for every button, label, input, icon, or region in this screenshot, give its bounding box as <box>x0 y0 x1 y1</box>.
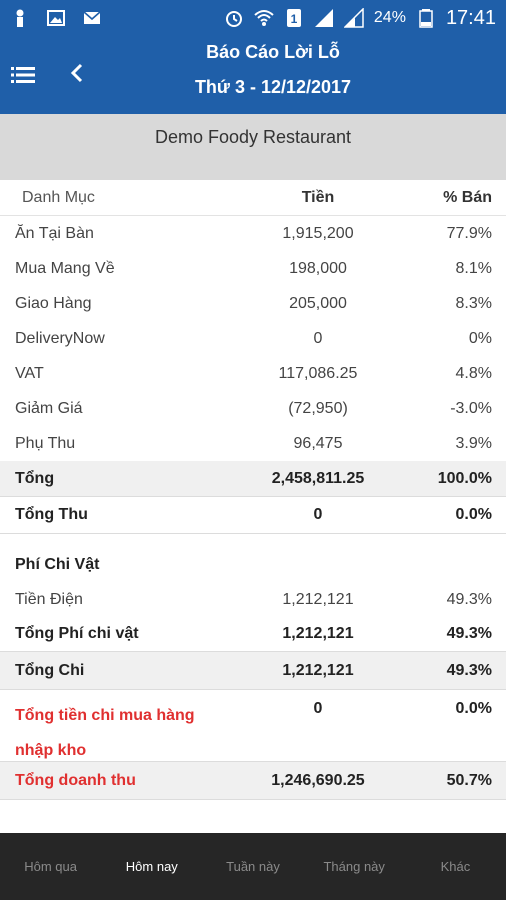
row-amount: 1,212,121 <box>282 590 354 608</box>
row-label: Tổng Phí chi vật <box>15 625 139 642</box>
table-row: Tiền Điện 1,212,121 49.3% <box>0 582 506 617</box>
nav-today[interactable]: Hôm nay <box>101 859 202 874</box>
row-percent: 0.0% <box>455 506 492 523</box>
menu-icon <box>11 67 35 83</box>
table-row: Ăn Tại Bàn 1,915,200 77.9% <box>0 216 506 251</box>
column-amount: Tiền <box>301 188 335 206</box>
table-row: Giảm Giá (72,950) -3.0% <box>0 391 506 426</box>
mail-icon <box>82 8 102 28</box>
row-amount: 0 <box>313 700 323 717</box>
row-amount: 1,246,690.25 <box>271 771 365 789</box>
row-percent: 0% <box>468 329 492 347</box>
row-amount: (72,950) <box>288 399 348 417</box>
row-percent: 50.7% <box>446 771 492 789</box>
alarm-icon <box>224 8 244 28</box>
row-label: Ăn Tại Bàn <box>15 224 94 242</box>
row-label: Tổng Chi <box>15 661 85 679</box>
total-spend-row: Tổng Chi 1,212,121 49.3% <box>0 652 506 690</box>
row-label: Mua Mang Về <box>15 259 115 277</box>
signal-1-icon <box>314 8 334 28</box>
table-row: VAT 117,086.25 4.8% <box>0 356 506 391</box>
row-label: Giao Hàng <box>15 294 92 312</box>
row-percent: 4.8% <box>455 364 492 382</box>
row-amount: 1,212,121 <box>282 625 354 642</box>
expense-section-heading: Phí Chi Vật <box>0 534 506 582</box>
row-label: Tiền Điện <box>15 590 83 608</box>
row-label: Tổng tiền chi mua hàng nhập kho <box>15 707 195 759</box>
net-revenue-row: Tổng doanh thu 1,246,690.25 50.7% <box>0 762 506 800</box>
row-percent: 100.0% <box>437 469 492 487</box>
svg-text:1: 1 <box>291 12 298 26</box>
total-expense-items-row: Tổng Phí chi vật 1,212,121 49.3% <box>0 617 506 652</box>
clock: 17:41 <box>445 6 496 29</box>
back-button[interactable] <box>62 58 92 88</box>
row-label: Tổng <box>15 469 55 487</box>
app-bar: Báo Cáo Lời Lỗ Thứ 3 - 12/12/2017 <box>0 36 506 114</box>
row-amount: 2,458,811.25 <box>271 469 365 487</box>
battery-percent: 24% <box>373 9 406 26</box>
table-row: Giao Hàng 205,000 8.3% <box>0 286 506 321</box>
total-receipts-row: Tổng Thu 0 0.0% <box>0 497 506 534</box>
row-amount: 0 <box>313 329 323 347</box>
page-title: Báo Cáo Lời Lỗ <box>206 42 340 62</box>
report-date[interactable]: Thứ 3 - 12/12/2017 <box>100 77 446 98</box>
menu-button[interactable] <box>8 60 38 90</box>
nav-this-month[interactable]: Tháng này <box>304 859 405 874</box>
sim-1-icon: 1 <box>284 8 304 28</box>
row-percent: 49.3% <box>446 661 492 679</box>
row-amount: 96,475 <box>293 434 343 452</box>
column-category: Danh Mục <box>22 188 95 206</box>
row-percent: 3.9% <box>455 434 492 452</box>
total-row: Tổng 2,458,811.25 100.0% <box>0 461 506 497</box>
column-percent: % Bán <box>443 188 492 206</box>
image-icon <box>46 8 66 28</box>
row-amount: 1,915,200 <box>282 224 354 242</box>
battery-icon <box>416 8 436 28</box>
restaurant-name: Demo Foody Restaurant <box>154 127 352 147</box>
section-label: Phí Chi Vật <box>15 556 100 573</box>
table-row: Mua Mang Về 198,000 8.1% <box>0 251 506 286</box>
row-percent: -3.0% <box>450 399 492 417</box>
row-label: DeliveryNow <box>15 329 105 347</box>
row-percent: 8.3% <box>455 294 492 312</box>
row-amount: 117,086.25 <box>278 364 358 382</box>
row-amount: 1,212,121 <box>282 661 354 679</box>
status-bar: 1 24% 17:41 <box>0 0 506 36</box>
row-percent: 49.3% <box>446 625 492 642</box>
stock-purchase-row: Tổng tiền chi mua hàng nhập kho 0 0.0% <box>0 690 506 762</box>
wifi-icon <box>254 8 274 28</box>
row-label: Tổng doanh thu <box>15 771 136 789</box>
signal-2-icon <box>343 8 364 28</box>
row-amount: 205,000 <box>289 294 347 312</box>
row-percent: 77.9% <box>446 224 492 242</box>
table-header: Danh Mục Tiền % Bán <box>0 180 506 216</box>
row-amount: 198,000 <box>289 259 347 277</box>
table-row: Phụ Thu 96,475 3.9% <box>0 426 506 461</box>
nav-other[interactable]: Khác <box>405 859 506 874</box>
nav-yesterday[interactable]: Hôm qua <box>0 859 101 874</box>
profit-loss-table: Danh Mục Tiền % Bán Ăn Tại Bàn 1,915,200… <box>0 180 506 800</box>
row-label: Phụ Thu <box>15 434 76 452</box>
restaurant-banner: Demo Foody Restaurant <box>0 114 506 180</box>
bottom-nav: Hôm qua Hôm nay Tuần này Tháng này Khác <box>0 833 506 900</box>
row-label: Tổng Thu <box>15 506 88 523</box>
row-percent: 0.0% <box>455 700 492 717</box>
row-percent: 49.3% <box>446 590 492 608</box>
row-label: Giảm Giá <box>15 399 83 417</box>
row-label: VAT <box>15 364 44 382</box>
row-amount: 0 <box>313 506 323 523</box>
chevron-left-icon <box>70 63 83 83</box>
person-icon <box>10 8 30 28</box>
nav-this-week[interactable]: Tuần này <box>202 859 303 874</box>
table-row: DeliveryNow 0 0% <box>0 321 506 356</box>
row-percent: 8.1% <box>455 259 492 277</box>
